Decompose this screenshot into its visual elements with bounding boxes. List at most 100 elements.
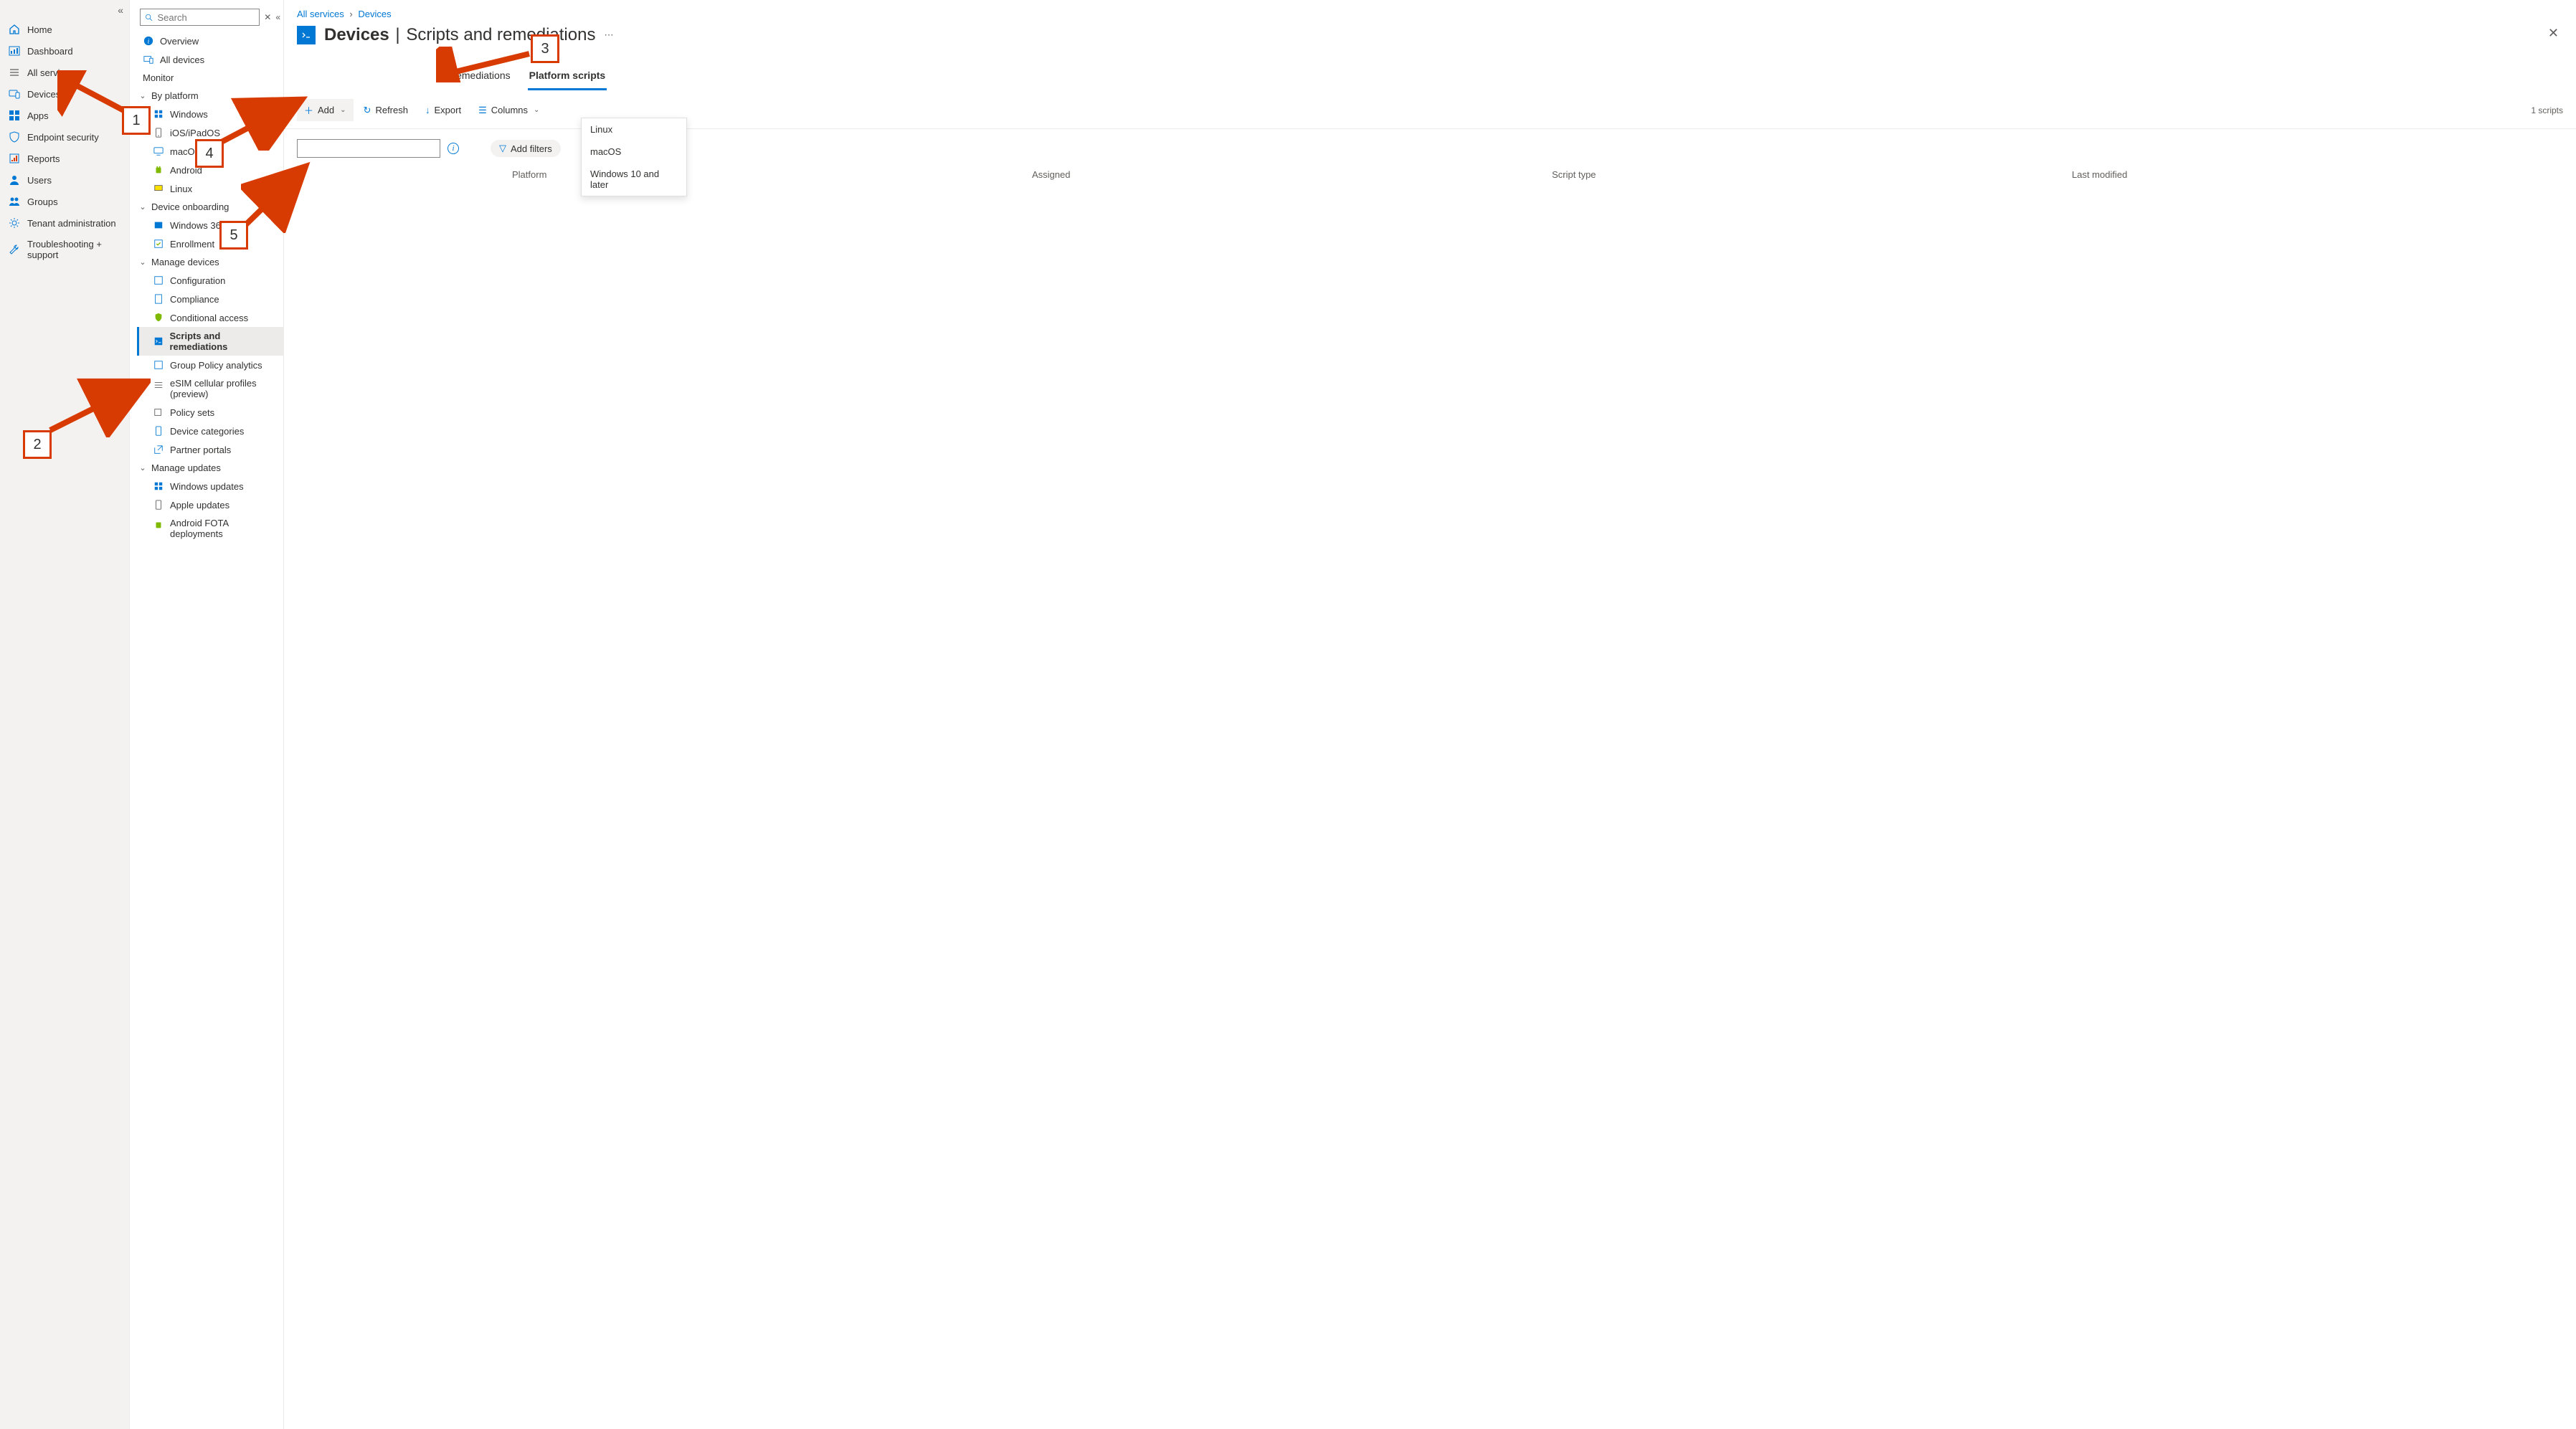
export-button[interactable]: ↓ Export — [418, 100, 468, 120]
analytics-icon — [153, 359, 164, 371]
callout-4: 4 — [195, 139, 224, 168]
col-script-type[interactable]: Script type — [1552, 169, 2043, 180]
rnav-group-manage-updates[interactable]: ⌄ Manage updates — [137, 459, 283, 477]
rnav-partner-portals-label: Partner portals — [170, 445, 231, 455]
chevron-down-icon: ⌄ — [138, 91, 147, 100]
nav-endpoint-security[interactable]: Endpoint security — [0, 126, 129, 148]
resource-nav-collapse-icon[interactable]: « — [275, 12, 280, 22]
add-option-linux[interactable]: Linux — [582, 118, 686, 141]
close-icon[interactable]: ✕ — [2548, 26, 2559, 41]
rnav-group-onboarding[interactable]: ⌄ Device onboarding — [137, 198, 283, 216]
rnav-monitor[interactable]: Monitor — [137, 69, 283, 87]
add-button[interactable]: ＋ Add ⌄ — [297, 99, 354, 121]
android-fota-icon — [153, 519, 164, 531]
nav-troubleshooting[interactable]: Troubleshooting + support — [0, 234, 129, 265]
rnav-group-by-platform[interactable]: ⌄ By platform — [137, 87, 283, 105]
apps-icon — [9, 110, 20, 121]
nav-home[interactable]: Home — [0, 19, 129, 40]
info-icon: i — [143, 35, 154, 47]
info-icon[interactable]: i — [448, 143, 459, 154]
main-content: All services › Devices Devices | Scripts… — [284, 0, 2576, 1429]
rnav-win365-label: Windows 365 — [170, 220, 226, 231]
policy-icon — [153, 407, 164, 418]
rnav-group-manage-updates-label: Manage updates — [151, 462, 221, 473]
rnav-conditional-access[interactable]: Conditional access — [137, 308, 283, 327]
search-clear-icon[interactable]: ✕ — [264, 12, 271, 22]
rnav-apple-updates[interactable]: Apple updates — [137, 495, 283, 514]
rnav-android-fota[interactable]: Android FOTA deployments — [137, 514, 283, 543]
nav-users-label: Users — [27, 175, 52, 186]
nav-apps-label: Apps — [27, 110, 49, 121]
collapse-global-nav-icon[interactable]: « — [118, 4, 123, 16]
rnav-configuration[interactable]: Configuration — [137, 271, 283, 290]
rnav-partner-portals[interactable]: Partner portals — [137, 440, 283, 459]
svg-text:i: i — [148, 38, 150, 46]
rnav-group-manage-devices[interactable]: ⌄ Manage devices — [137, 253, 283, 271]
rnav-overview[interactable]: i Overview — [137, 32, 283, 50]
filter-search[interactable] — [297, 139, 440, 158]
rnav-esim[interactable]: eSIM cellular profiles (preview) — [137, 374, 283, 403]
rnav-esim-label: eSIM cellular profiles (preview) — [170, 378, 278, 399]
refresh-icon: ↻ — [364, 105, 371, 116]
nav-troubleshooting-label: Troubleshooting + support — [27, 239, 120, 260]
rnav-windows[interactable]: Windows — [137, 105, 283, 123]
nav-all-services-label: All services — [27, 67, 75, 78]
add-filters-label: Add filters — [511, 143, 552, 154]
col-last-modified[interactable]: Last modified — [2072, 169, 2563, 180]
scripts-count: 1 scripts — [2531, 105, 2563, 115]
rnav-enrollment[interactable]: Enrollment — [137, 234, 283, 253]
nav-dashboard-label: Dashboard — [27, 46, 73, 57]
rnav-monitor-label: Monitor — [143, 72, 174, 83]
rnav-linux-label: Linux — [170, 184, 192, 194]
rnav-windows-updates[interactable]: Windows updates — [137, 477, 283, 495]
nav-users[interactable]: Users — [0, 169, 129, 191]
search-icon — [145, 13, 153, 22]
rnav-compliance-label: Compliance — [170, 294, 219, 305]
callout-1: 1 — [122, 106, 151, 135]
nav-tenant-admin[interactable]: Tenant administration — [0, 212, 129, 234]
add-option-windows[interactable]: Windows 10 and later — [582, 163, 686, 196]
breadcrumb-current[interactable]: Devices — [358, 9, 391, 19]
resource-search[interactable] — [140, 9, 260, 26]
tab-platform-scripts[interactable]: Platform scripts — [528, 65, 607, 90]
compliance-icon — [153, 293, 164, 305]
rnav-win365[interactable]: Windows 365 — [137, 216, 283, 234]
callout-3: 3 — [531, 34, 559, 63]
nav-all-services[interactable]: All services — [0, 62, 129, 83]
rnav-all-devices[interactable]: All devices — [137, 50, 283, 69]
more-icon[interactable]: ⋯ — [604, 29, 613, 41]
add-option-macos[interactable]: macOS — [582, 141, 686, 163]
config-icon — [153, 275, 164, 286]
rnav-policy-sets[interactable]: Policy sets — [137, 403, 283, 422]
breadcrumb: All services › Devices — [284, 0, 2576, 22]
refresh-button[interactable]: ↻ Refresh — [356, 100, 415, 120]
tabs: Remediations Platform scripts — [284, 51, 2576, 90]
nav-reports[interactable]: Reports — [0, 148, 129, 169]
rnav-linux[interactable]: Linux — [137, 179, 283, 198]
nav-dashboard[interactable]: Dashboard — [0, 40, 129, 62]
nav-devices[interactable]: Devices — [0, 83, 129, 105]
dashboard-icon — [9, 45, 20, 57]
columns-button-label: Columns — [491, 105, 528, 115]
rnav-group-onboarding-label: Device onboarding — [151, 201, 229, 212]
resource-search-input[interactable] — [158, 12, 255, 23]
nav-apps[interactable]: Apps — [0, 105, 129, 126]
rnav-scripts-remediations[interactable]: Scripts and remediations — [137, 327, 283, 356]
users-icon — [9, 174, 20, 186]
breadcrumb-root[interactable]: All services — [297, 9, 344, 19]
add-filters-button[interactable]: ▽ Add filters — [491, 140, 561, 157]
col-assigned[interactable]: Assigned — [1032, 169, 1523, 180]
windows-icon — [153, 108, 164, 120]
columns-button[interactable]: ☰ Columns ⌄ — [471, 100, 546, 120]
tab-remediations[interactable]: Remediations — [448, 65, 512, 90]
rnav-compliance[interactable]: Compliance — [137, 290, 283, 308]
rnav-overview-label: Overview — [160, 36, 199, 47]
nav-groups[interactable]: Groups — [0, 191, 129, 212]
windows-updates-icon — [153, 480, 164, 492]
nav-tenant-admin-label: Tenant administration — [27, 218, 116, 229]
rnav-ios-label: iOS/iPadOS — [170, 128, 220, 138]
rnav-gp-analytics[interactable]: Group Policy analytics — [137, 356, 283, 374]
enrollment-icon — [153, 238, 164, 250]
rnav-device-categories[interactable]: Device categories — [137, 422, 283, 440]
plus-icon: ＋ — [304, 103, 313, 117]
